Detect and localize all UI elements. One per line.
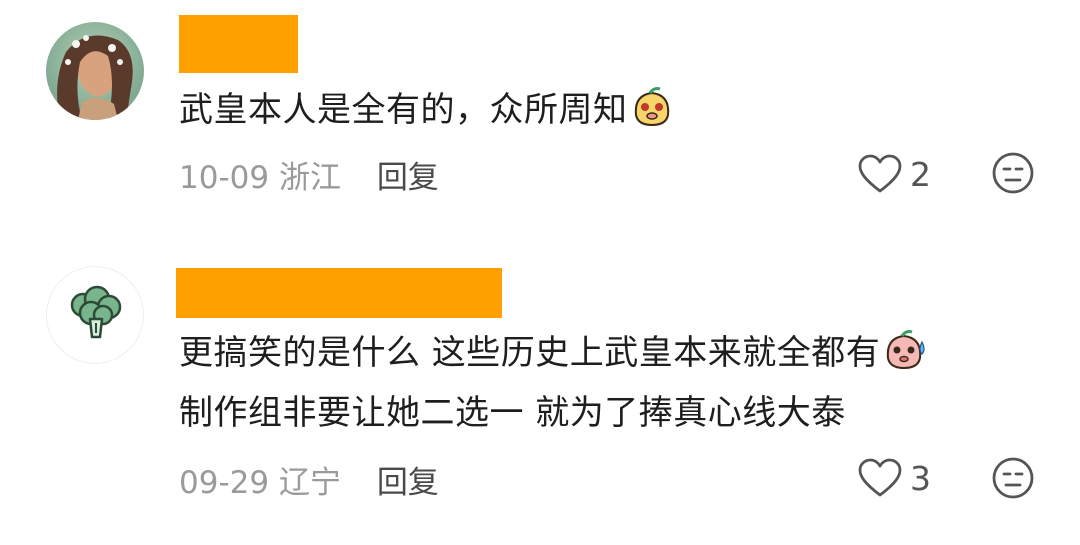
broccoli-avatar-icon (70, 285, 122, 339)
reply-button[interactable]: 回复 (377, 465, 439, 501)
like-button[interactable]: 3 (858, 456, 931, 500)
dislike-button[interactable] (991, 456, 1035, 500)
comment-body-line1: 更搞笑的是什么 这些历史上武皇本来就全都有 (179, 333, 881, 373)
username-redacted[interactable] (176, 268, 502, 318)
comment-item: 更搞笑的是什么 这些历史上武皇本来就全都有 制作组非要让她二选一 就为了捧真心线… (0, 0, 1080, 545)
meh-face-icon (992, 457, 1034, 499)
avatar[interactable] (46, 266, 144, 364)
heart-outline-icon (858, 458, 902, 497)
comment-location: 辽宁 (278, 465, 341, 501)
comment-date: 09-29 (179, 465, 270, 501)
comment-body-line2: 制作组非要让她二选一 就为了捧真心线大泰 (179, 393, 846, 433)
comment-line: 更搞笑的是什么 这些历史上武皇本来就全都有 (179, 327, 928, 387)
sweating-face-sticker-icon (882, 328, 928, 387)
comment-text: 更搞笑的是什么 这些历史上武皇本来就全都有 制作组非要让她二选一 就为了捧真心线… (179, 327, 928, 439)
comment-meta: 09-29 辽宁 回复 (179, 457, 439, 502)
comment-line: 制作组非要让她二选一 就为了捧真心线大泰 (179, 387, 928, 439)
like-count: 3 (910, 458, 931, 498)
